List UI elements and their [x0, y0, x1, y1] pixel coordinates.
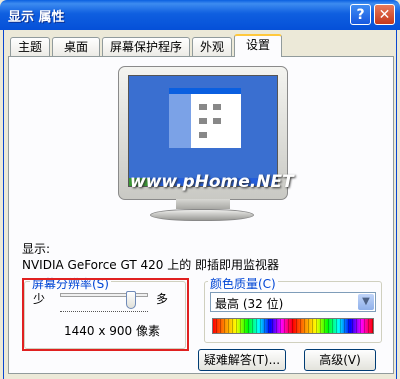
- watermark-text: www.pHome.NET: [130, 172, 294, 192]
- color-spectrum-preview: [212, 318, 374, 334]
- tab-desktop[interactable]: 桌面: [52, 37, 100, 56]
- display-label: 显示:: [22, 242, 51, 256]
- tab-settings[interactable]: 设置: [234, 34, 282, 57]
- advanced-button[interactable]: 高级(V): [304, 349, 376, 371]
- tab-themes[interactable]: 主题: [10, 37, 50, 56]
- monitor-stand: [150, 209, 254, 221]
- highlight-box: [22, 278, 189, 351]
- chevron-down-icon[interactable]: ▼: [358, 294, 374, 310]
- color-quality-group-label: 颜色质量(C): [208, 275, 278, 292]
- preview-window: [169, 88, 241, 148]
- monitor-neck: [176, 199, 230, 209]
- troubleshoot-button[interactable]: 疑难解答(T)...: [198, 349, 286, 371]
- close-button[interactable]: ✕: [374, 4, 395, 25]
- help-button[interactable]: ?: [350, 4, 371, 25]
- title-bar: 显示 属性 ? ✕: [0, 0, 400, 30]
- tab-screensaver[interactable]: 屏幕保护程序: [102, 37, 190, 56]
- monitor-screen: [128, 75, 278, 187]
- tab-appearance[interactable]: 外观: [192, 37, 232, 56]
- color-quality-value: 最高 (32 位): [215, 297, 284, 311]
- display-device: NVIDIA GeForce GT 420 上的 即插即用监视器: [22, 258, 280, 272]
- window-title: 显示 属性: [8, 10, 65, 25]
- color-quality-select[interactable]: 最高 (32 位) ▼: [210, 292, 376, 312]
